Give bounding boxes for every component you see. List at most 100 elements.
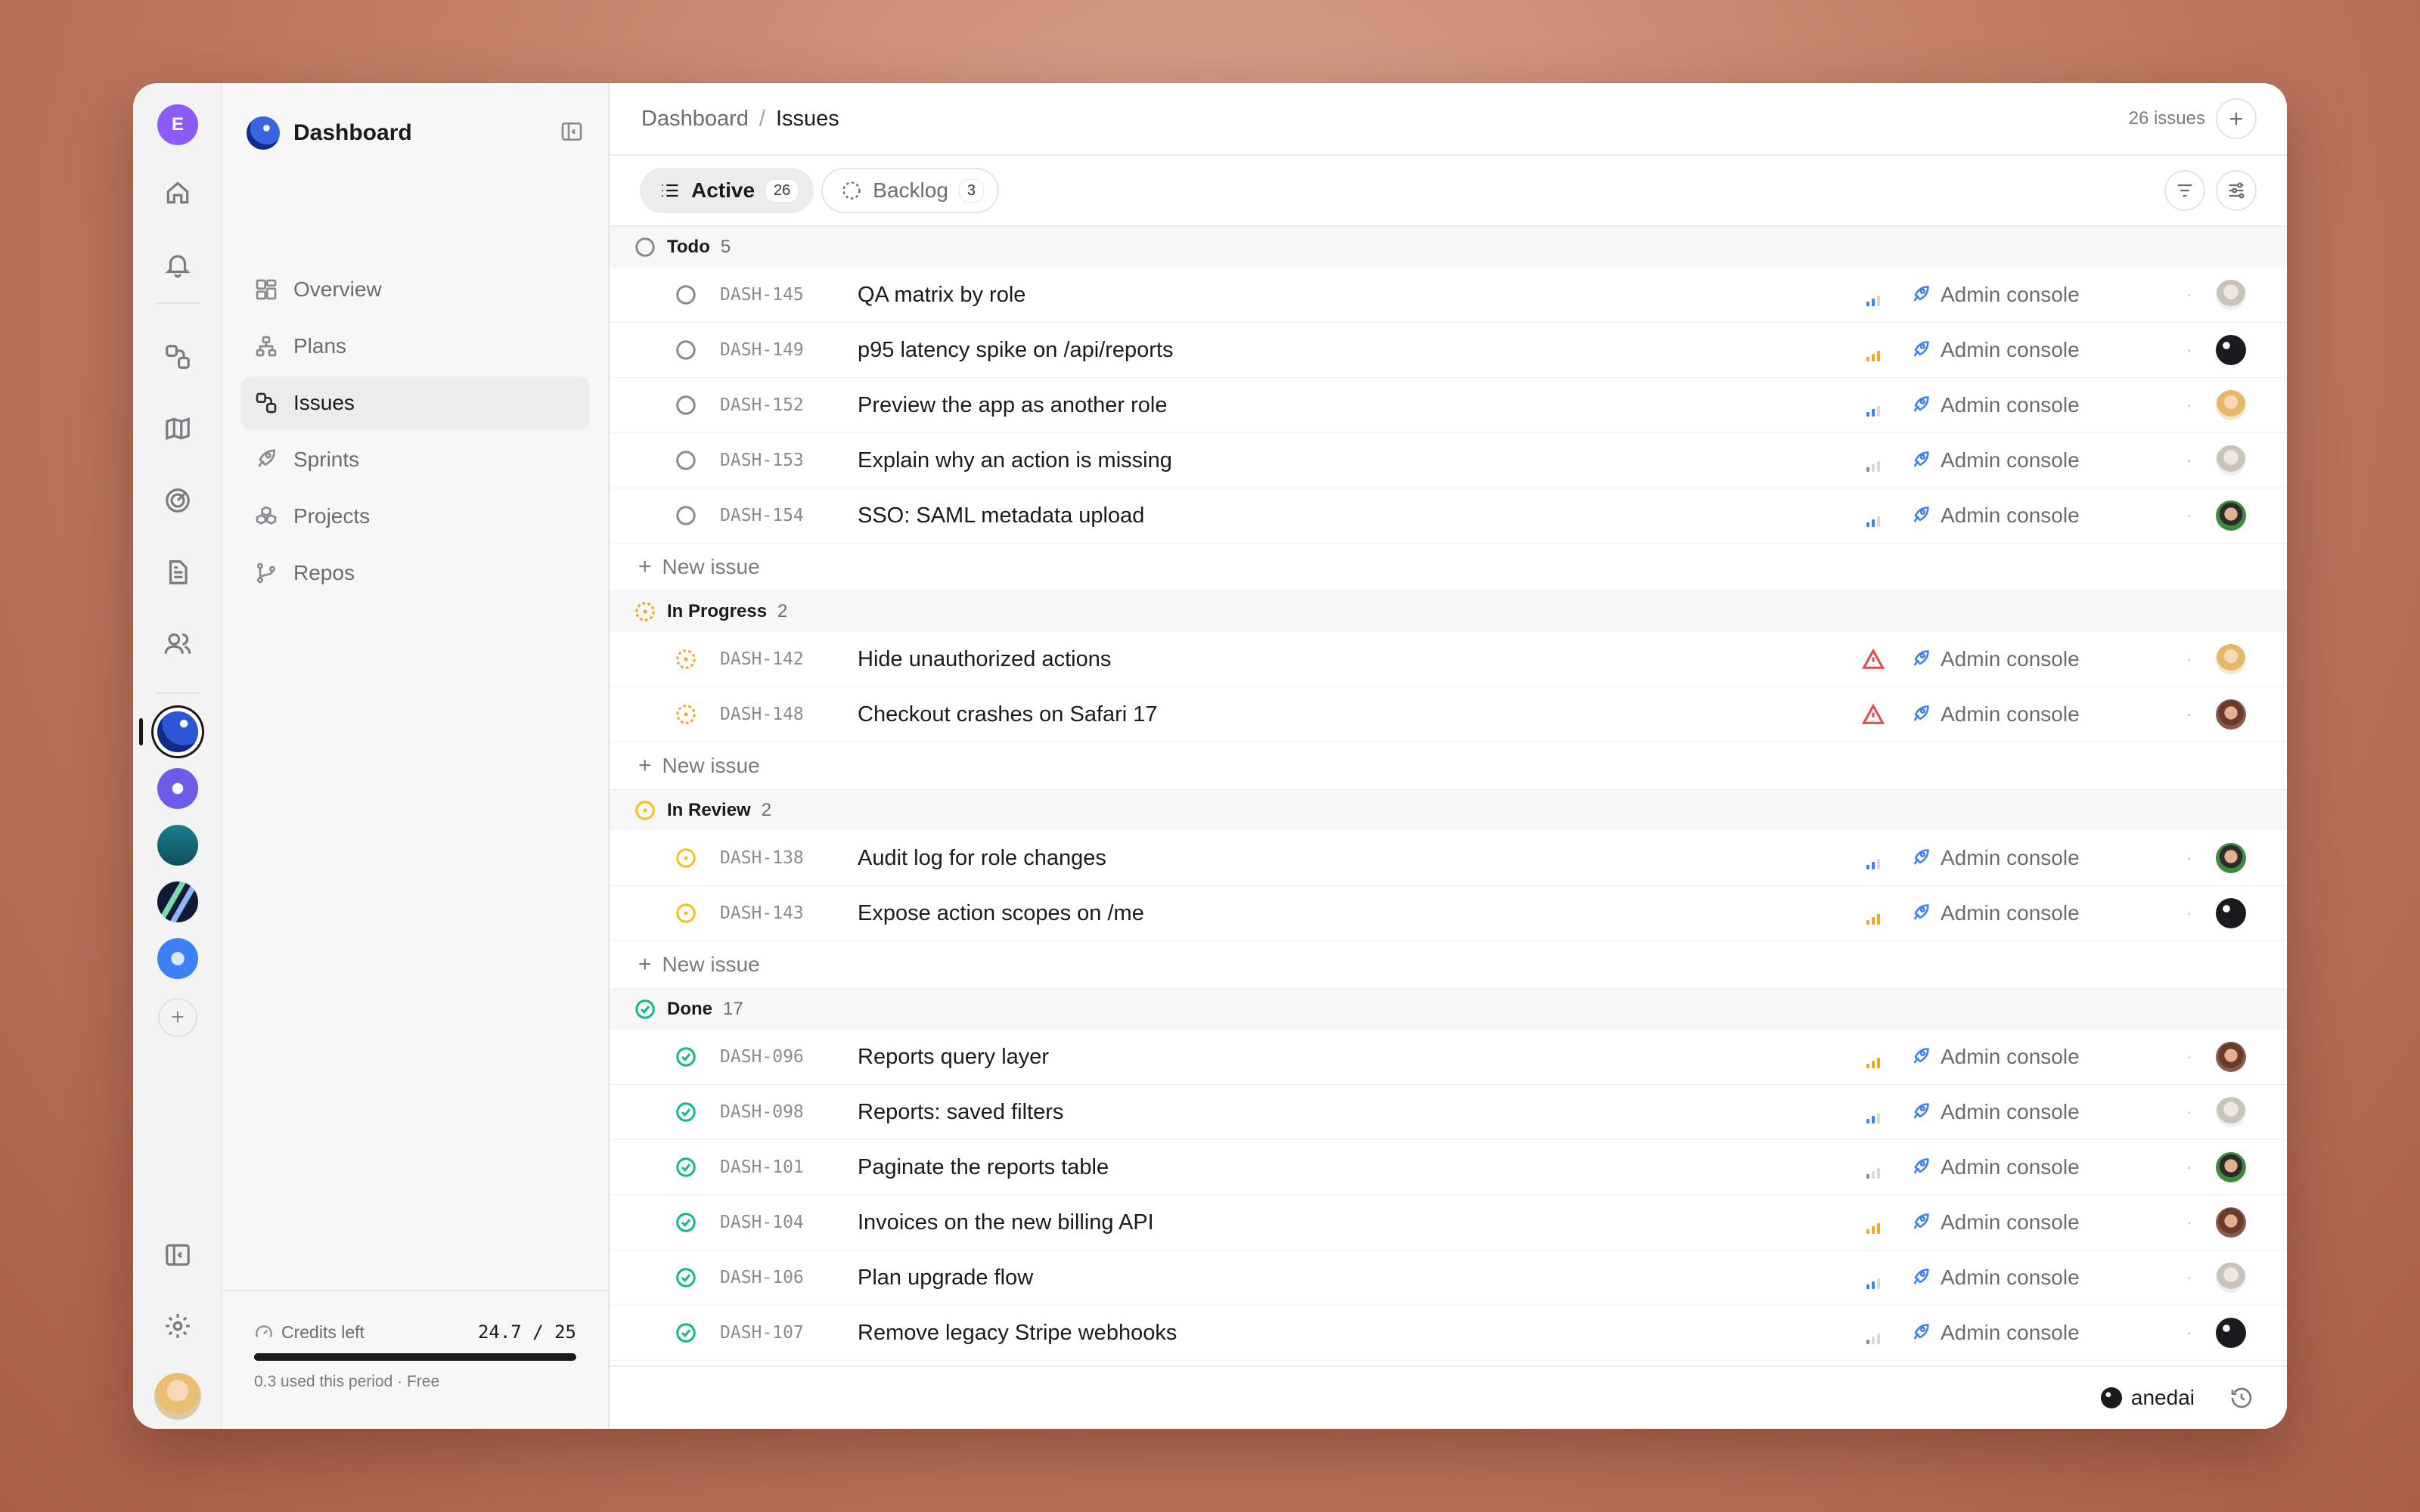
project-tag[interactable]: Admin console [1910, 702, 2167, 727]
new-issue-button[interactable]: + New issue [610, 544, 2287, 591]
project-tag[interactable]: Admin console [1910, 503, 2167, 528]
sidebar-item-repos[interactable]: Repos [240, 547, 590, 600]
label-placeholder[interactable]: · [2167, 451, 2211, 470]
assignee-avatar[interactable] [2216, 843, 2246, 873]
priority-low-icon[interactable] [1862, 284, 1885, 306]
collapse-sidebar-icon[interactable] [560, 119, 584, 147]
add-issue-button[interactable]: + [2216, 98, 2257, 139]
group-header-todo[interactable]: Todo 5 [610, 227, 2287, 268]
issue-row[interactable]: DASH-148 Checkout crashes on Safari 17 Adm… [610, 687, 2287, 742]
priority-high-icon[interactable] [1862, 902, 1885, 925]
label-placeholder[interactable]: · [2167, 1047, 2211, 1067]
project-tag[interactable]: Admin console [1910, 393, 2167, 417]
priority-low-icon[interactable] [1862, 394, 1885, 417]
tab-active[interactable]: Active 26 [640, 168, 814, 213]
user-avatar[interactable] [133, 1373, 222, 1420]
status-todo-icon[interactable] [675, 284, 697, 306]
issue-row[interactable]: DASH-098 Reports: saved filters Admin cons… [610, 1085, 2287, 1140]
workspace-dashboard[interactable] [133, 709, 222, 754]
project-tag[interactable]: Admin console [1910, 901, 2167, 925]
assignee-avatar[interactable] [2216, 1097, 2246, 1127]
issue-row[interactable]: DASH-101 Paginate the reports table Admin … [610, 1140, 2287, 1195]
workspace-stripes[interactable] [133, 879, 222, 925]
status-progress-icon[interactable] [675, 703, 697, 726]
issue-row[interactable]: DASH-106 Plan upgrade flow Admin console · [610, 1250, 2287, 1306]
label-placeholder[interactable]: · [2167, 1157, 2211, 1177]
issue-row[interactable]: DASH-138 Audit log for role changes Admin … [610, 831, 2287, 886]
label-placeholder[interactable]: · [2167, 1268, 2211, 1287]
project-tag[interactable]: Admin console [1910, 647, 2167, 671]
label-placeholder[interactable]: · [2167, 903, 2211, 923]
priority-high-icon[interactable] [1862, 1046, 1885, 1068]
workspace-cube[interactable] [133, 936, 222, 981]
sidebar-item-sprints[interactable]: Sprints [240, 433, 590, 486]
assignee-avatar[interactable] [2216, 335, 2246, 365]
status-done-icon[interactable] [675, 1101, 697, 1123]
project-tag[interactable]: Admin console [1910, 338, 2167, 362]
priority-high-icon[interactable] [1862, 339, 1885, 361]
home-icon[interactable] [133, 170, 222, 215]
map-icon[interactable] [133, 406, 222, 451]
project-tag[interactable]: Admin console [1910, 846, 2167, 870]
priority-urgent-icon[interactable] [1862, 648, 1885, 671]
project-tag[interactable]: Admin console [1910, 1266, 2167, 1290]
status-done-icon[interactable] [675, 1266, 697, 1289]
assignee-avatar[interactable] [2216, 644, 2246, 674]
issue-row[interactable]: DASH-154 SSO: SAML metadata upload Admin c… [610, 488, 2287, 544]
sidebar-item-projects[interactable]: Projects [240, 490, 590, 543]
assignee-avatar[interactable] [2216, 898, 2246, 928]
label-placeholder[interactable]: · [2167, 848, 2211, 868]
project-tag[interactable]: Admin console [1910, 1100, 2167, 1124]
status-done-icon[interactable] [675, 1156, 697, 1179]
assignee-avatar[interactable] [2216, 390, 2246, 420]
assignee-avatar[interactable] [2216, 1207, 2246, 1238]
radar-icon[interactable] [133, 478, 222, 523]
assignee-avatar[interactable] [2216, 1318, 2246, 1348]
status-done-icon[interactable] [675, 1211, 697, 1234]
issue-row[interactable]: DASH-096 Reports query layer Admin console… [610, 1030, 2287, 1085]
priority-low-icon[interactable] [1862, 504, 1885, 527]
breadcrumb-root[interactable]: Dashboard [641, 107, 749, 132]
label-placeholder[interactable]: · [2167, 649, 2211, 669]
group-header-review[interactable]: In Review 2 [610, 790, 2287, 831]
assignee-avatar[interactable] [2216, 1042, 2246, 1072]
assignee-avatar[interactable] [2216, 1263, 2246, 1293]
label-placeholder[interactable]: · [2167, 1102, 2211, 1122]
group-header-done[interactable]: Done 17 [610, 989, 2287, 1030]
user-initial-avatar[interactable]: E [133, 102, 222, 147]
assignee-avatar[interactable] [2216, 280, 2246, 310]
project-tag[interactable]: Admin console [1910, 283, 2167, 307]
toggle-sidebar-icon[interactable] [133, 1232, 222, 1278]
status-review-icon[interactable] [675, 847, 697, 869]
priority-low-icon[interactable] [1862, 1266, 1885, 1289]
issue-row[interactable]: DASH-153 Explain why an action is missing… [610, 433, 2287, 488]
status-done-icon[interactable] [675, 1321, 697, 1344]
status-done-icon[interactable] [675, 1046, 697, 1068]
label-placeholder[interactable]: · [2167, 705, 2211, 724]
project-tag[interactable]: Admin console [1910, 1321, 2167, 1345]
assignee-avatar[interactable] [2216, 500, 2246, 531]
issue-row[interactable]: DASH-152 Preview the app as another role A… [610, 378, 2287, 433]
new-issue-button[interactable]: + New issue [610, 742, 2287, 790]
status-todo-icon[interactable] [675, 339, 697, 361]
issue-row[interactable]: DASH-107 Remove legacy Stripe webhooks Adm… [610, 1306, 2287, 1361]
workspace-forest[interactable] [133, 823, 222, 868]
filter-button[interactable] [2164, 170, 2205, 211]
gear-icon[interactable] [133, 1303, 222, 1349]
project-tag[interactable]: Admin console [1910, 1210, 2167, 1235]
priority-high-icon[interactable] [1862, 1211, 1885, 1234]
priority-urgent-icon[interactable] [1862, 703, 1885, 726]
issues-icon[interactable] [133, 334, 222, 380]
label-placeholder[interactable]: · [2167, 1213, 2211, 1232]
label-placeholder[interactable]: · [2167, 285, 2211, 305]
assignee-avatar[interactable] [2216, 699, 2246, 730]
priority-none-icon[interactable] [1862, 1321, 1885, 1344]
history-icon[interactable] [2229, 1386, 2254, 1410]
assignee-avatar[interactable] [2216, 445, 2246, 476]
status-todo-icon[interactable] [675, 449, 697, 472]
issue-row[interactable]: DASH-143 Expose action scopes on /me Admin… [610, 886, 2287, 941]
issue-row[interactable]: DASH-149 p95 latency spike on /api/report… [610, 323, 2287, 378]
priority-low-icon[interactable] [1862, 1101, 1885, 1123]
project-tag[interactable]: Admin console [1910, 1155, 2167, 1179]
label-placeholder[interactable]: · [2167, 395, 2211, 415]
